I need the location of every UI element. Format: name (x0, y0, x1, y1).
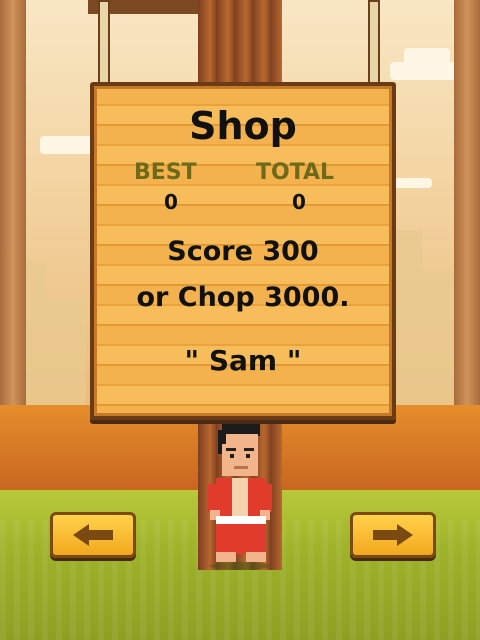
next-character-button[interactable] (350, 512, 436, 558)
total-label: TOTAL (256, 160, 335, 185)
lumberjack-character (208, 420, 272, 570)
best-value: 0 (164, 190, 178, 214)
page-title: Shop (189, 104, 297, 148)
game-scene: Shop BEST 0 TOTAL 0 Score 300 or Chop 30… (0, 0, 480, 640)
arrow-right-icon (373, 524, 413, 546)
best-label: BEST (134, 160, 197, 185)
shop-sign-board: Shop BEST 0 TOTAL 0 Score 300 or Chop 30… (90, 82, 396, 420)
cloud (40, 136, 94, 154)
total-value: 0 (292, 190, 306, 214)
arrow-left-icon (73, 524, 113, 546)
city-building (392, 230, 422, 410)
unlock-requirement-chop: or Chop 3000. (136, 282, 350, 313)
cloud (392, 178, 432, 188)
character-name: " Sam " (184, 344, 302, 377)
unlock-requirement-score: Score 300 (167, 236, 319, 267)
previous-character-button[interactable] (50, 512, 136, 558)
city-building (46, 300, 86, 410)
cloud (404, 48, 450, 66)
